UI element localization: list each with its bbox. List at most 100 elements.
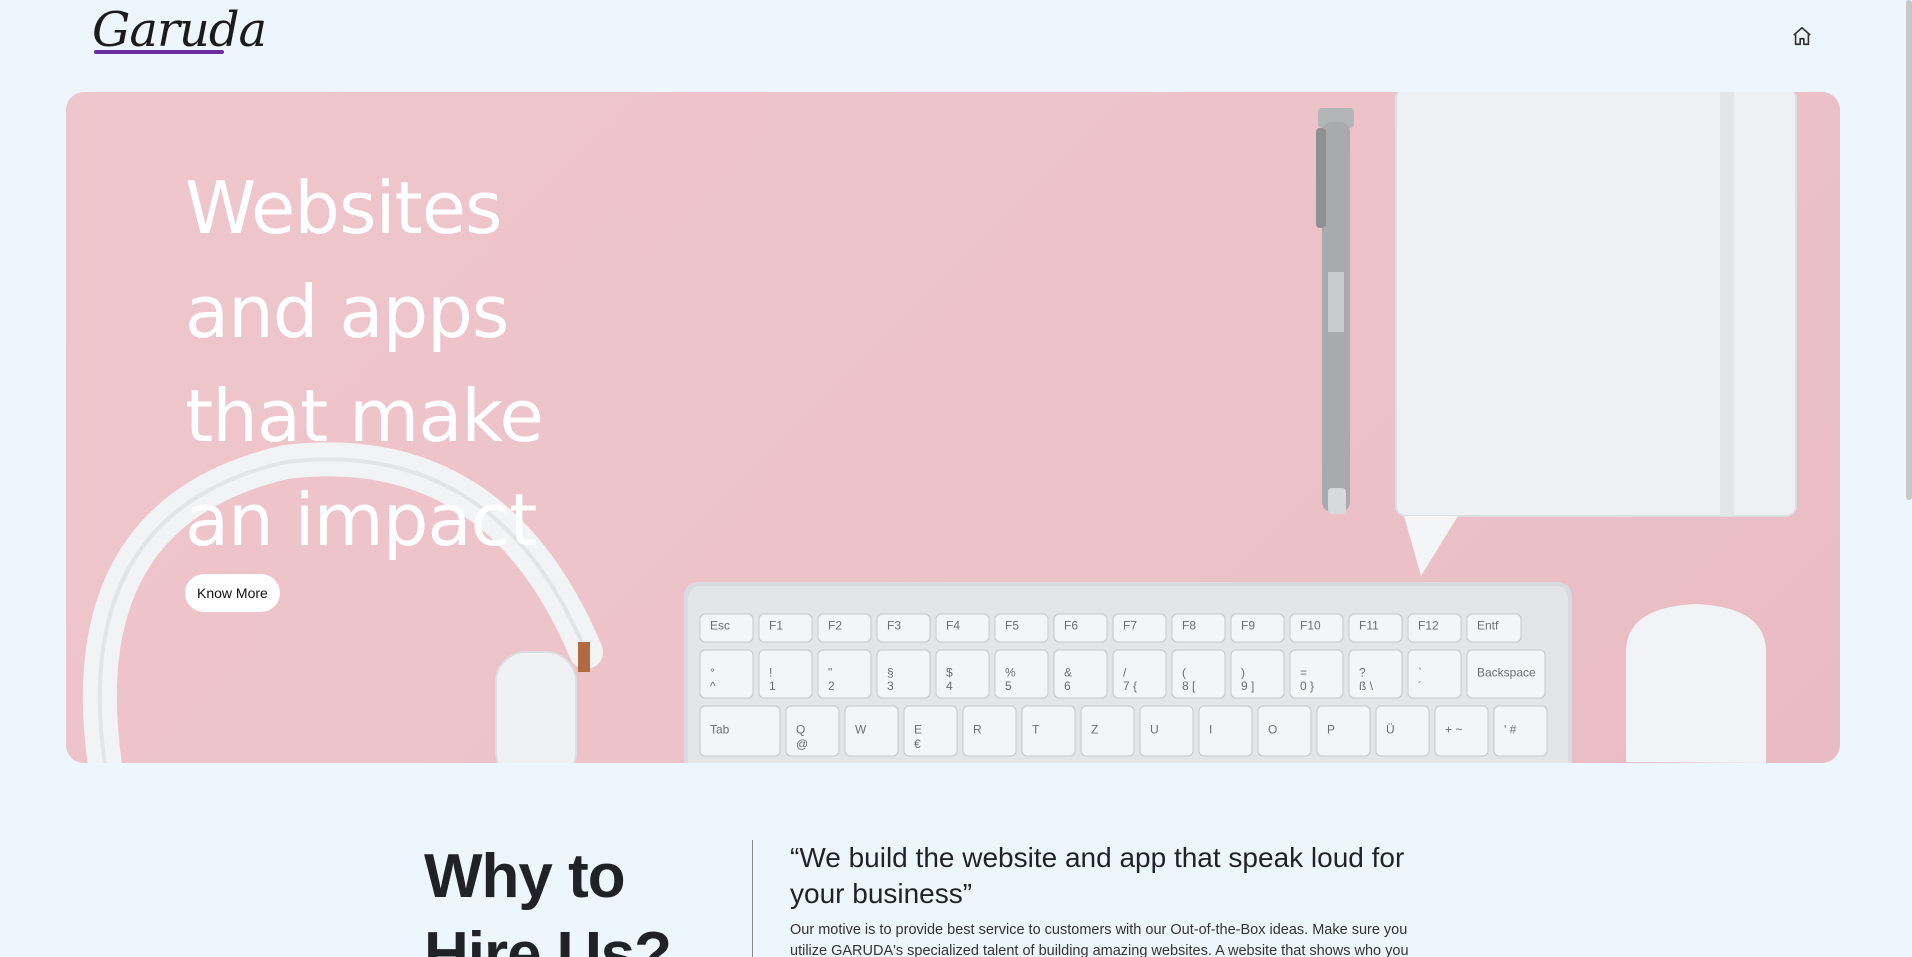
key-letter-9: P xyxy=(1316,705,1371,757)
svg-text:?: ? xyxy=(1359,665,1366,679)
svg-text:0 }: 0 } xyxy=(1300,679,1314,693)
svg-text:F1: F1 xyxy=(769,618,783,632)
svg-text:=: = xyxy=(1300,665,1307,679)
svg-text:§: § xyxy=(887,665,894,679)
svg-text:F2: F2 xyxy=(828,618,842,632)
page-scrollbar[interactable] xyxy=(1906,0,1912,500)
svg-text:F5: F5 xyxy=(1005,618,1019,632)
key-letter-0: Q@ xyxy=(785,705,840,757)
home-button[interactable] xyxy=(1788,22,1816,50)
svg-text:&: & xyxy=(1064,665,1072,679)
key-num-6: &6 xyxy=(1053,649,1108,699)
know-more-button[interactable]: Know More xyxy=(185,574,280,612)
why-hire-us-heading: Why to Hire Us? xyxy=(424,842,672,957)
key-num-2: "2 xyxy=(817,649,872,699)
svg-text:Q: Q xyxy=(796,723,805,737)
svg-text:F7: F7 xyxy=(1123,618,1137,632)
svg-text:7 {: 7 { xyxy=(1123,679,1137,693)
key-letter-10: Ü xyxy=(1375,705,1430,757)
key-num-0: °^ xyxy=(699,649,754,699)
page: Garuda Esc F1 F2 F3 F4 F5 F6 F7 F8 F9 F1… xyxy=(0,0,1912,957)
logo-underline xyxy=(94,50,224,54)
svg-text:ß \: ß \ xyxy=(1359,679,1374,693)
svg-text:9 ]: 9 ] xyxy=(1241,679,1254,693)
svg-text:%: % xyxy=(1005,665,1016,679)
key-letter-3: R xyxy=(962,705,1017,757)
motive-paragraph: Our motive is to provide best service to… xyxy=(790,922,1409,957)
svg-text:W: W xyxy=(855,723,867,737)
svg-text:U: U xyxy=(1150,723,1159,737)
svg-text:!: ! xyxy=(769,665,772,679)
key-letter-12: ' # xyxy=(1493,705,1548,757)
key-letter-2: E€ xyxy=(903,705,958,757)
hero-title: Websites and apps that make an impact xyxy=(185,166,544,562)
key-tab: Tab xyxy=(699,705,781,757)
svg-text:F11: F11 xyxy=(1359,618,1379,632)
key-f4: F4 xyxy=(935,613,990,643)
svg-text:Ü: Ü xyxy=(1386,723,1395,737)
svg-text:F9: F9 xyxy=(1241,618,1255,632)
key-letter-5: Z xyxy=(1080,705,1135,757)
svg-text:8 [: 8 [ xyxy=(1182,679,1196,693)
svg-text:P: P xyxy=(1327,723,1335,737)
svg-text:Esc: Esc xyxy=(710,618,730,632)
key-num-5: %5 xyxy=(994,649,1049,699)
svg-text:+ ~: + ~ xyxy=(1445,723,1462,737)
svg-text:Tab: Tab xyxy=(710,723,730,737)
svg-text:F10: F10 xyxy=(1300,618,1321,632)
svg-text:5: 5 xyxy=(1005,679,1012,693)
key-num-1: !1 xyxy=(758,649,813,699)
key-num-10: =0 } xyxy=(1289,649,1344,699)
hero-banner: Esc F1 F2 F3 F4 F5 F6 F7 F8 F9 F10 F11 F12 Entf ° ^! 1 " 2… xyxy=(66,92,1840,763)
svg-text:(: ( xyxy=(1182,665,1186,679)
svg-text:$: $ xyxy=(946,665,953,679)
svg-text:2: 2 xyxy=(828,679,835,693)
key-f7: F7 xyxy=(1112,613,1167,643)
svg-text:I: I xyxy=(1209,723,1212,737)
key-letter-6: U xyxy=(1139,705,1194,757)
svg-text:1: 1 xyxy=(769,679,776,693)
mission-quote: “We build the website and app that speak… xyxy=(790,842,1405,909)
svg-text:F12: F12 xyxy=(1418,618,1439,632)
pen-illustration xyxy=(1316,108,1354,514)
key-letter-7: I xyxy=(1198,705,1253,757)
svg-text:Z: Z xyxy=(1091,723,1098,737)
svg-text:Entf: Entf xyxy=(1477,618,1499,632)
svg-text:`: ` xyxy=(1418,665,1422,679)
key-letter-11: + ~ xyxy=(1434,705,1489,757)
svg-text:@: @ xyxy=(796,737,808,751)
key-num-9: )9 ] xyxy=(1230,649,1285,699)
svg-text:F3: F3 xyxy=(887,618,901,632)
key-f10: F10 xyxy=(1289,613,1344,643)
home-icon xyxy=(1793,26,1811,46)
key-entf: Entf xyxy=(1466,613,1522,643)
svg-text:3: 3 xyxy=(887,679,894,693)
garuda-logo[interactable]: Garuda xyxy=(92,2,267,66)
mouse-illustration xyxy=(1626,604,1766,763)
svg-text:O: O xyxy=(1268,723,1277,737)
svg-text:´: ´ xyxy=(1418,679,1422,693)
svg-text:F4: F4 xyxy=(946,618,960,632)
key-f11: F11 xyxy=(1348,613,1403,643)
key-letter-4: T xyxy=(1021,705,1076,757)
key-esc: Esc xyxy=(699,613,754,643)
notebook-illustration xyxy=(1395,92,1797,576)
svg-text:€: € xyxy=(914,737,921,751)
svg-text:): ) xyxy=(1241,665,1245,679)
key-num-11: ?ß \ xyxy=(1348,649,1403,699)
key-num-3: §3 xyxy=(876,649,931,699)
svg-text:6: 6 xyxy=(1064,679,1071,693)
key-num-12: `´ xyxy=(1407,649,1462,699)
key-num-7: /7 { xyxy=(1112,649,1167,699)
svg-text:' #: ' # xyxy=(1504,723,1517,737)
svg-text:^: ^ xyxy=(710,679,716,693)
key-letter-1: W xyxy=(844,705,899,757)
svg-text:R: R xyxy=(973,723,982,737)
svg-text:Backspace: Backspace xyxy=(1477,665,1536,679)
key-f12: F12 xyxy=(1407,613,1462,643)
svg-text:E: E xyxy=(914,723,922,737)
key-f5: F5 xyxy=(994,613,1049,643)
key-num-8: (8 [ xyxy=(1171,649,1226,699)
svg-text:F6: F6 xyxy=(1064,618,1078,632)
key-f1: F1 xyxy=(758,613,813,643)
